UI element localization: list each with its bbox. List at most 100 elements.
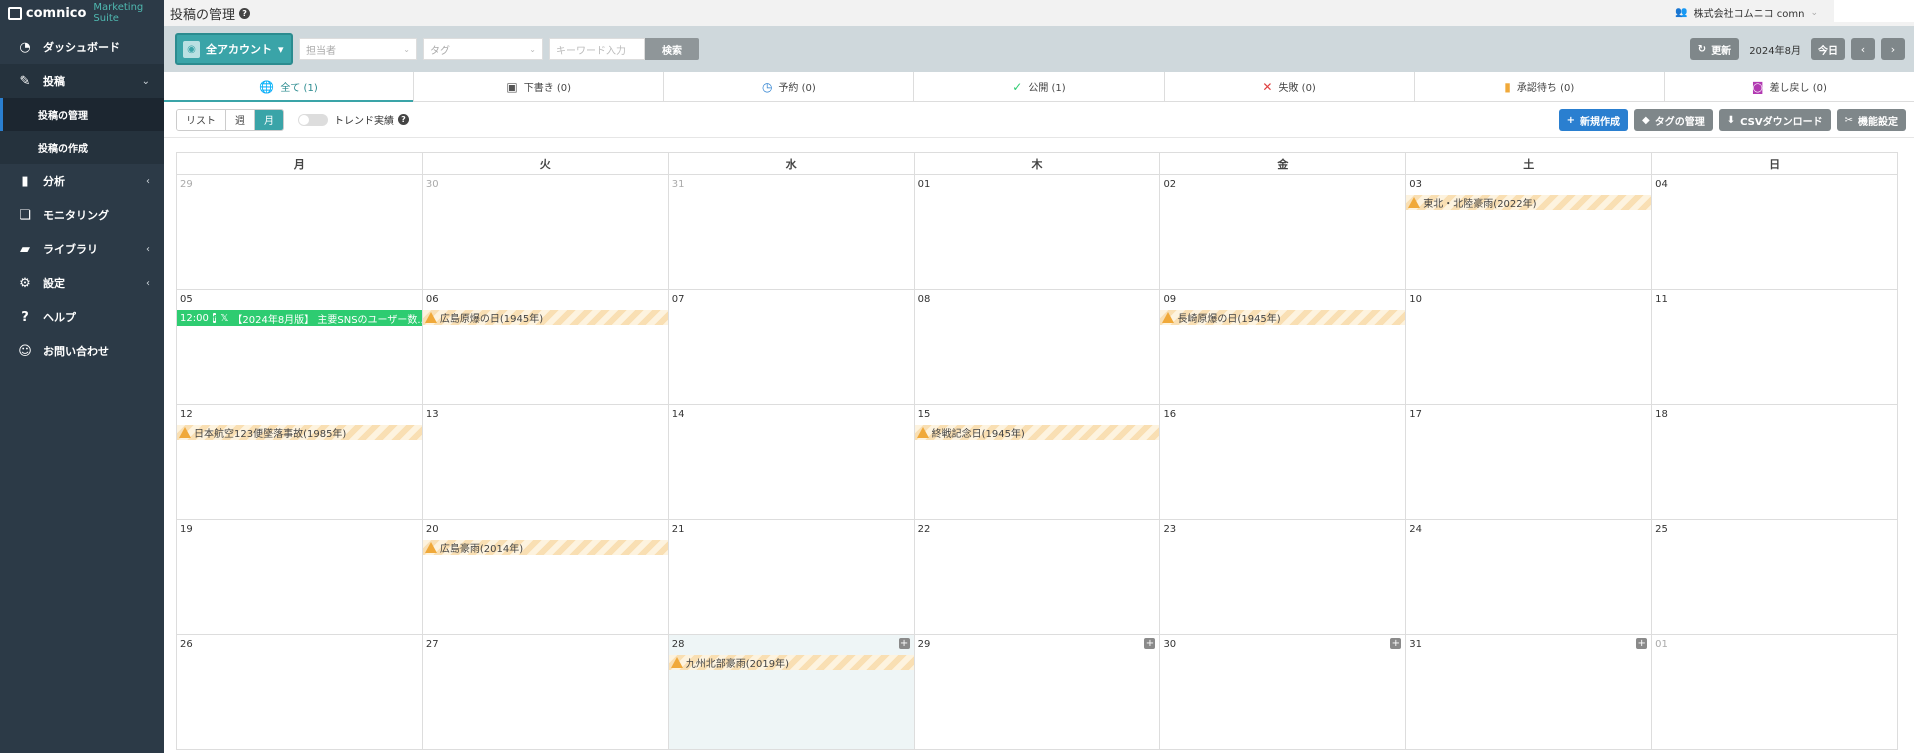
calendar-day[interactable]: 07 bbox=[669, 290, 915, 404]
tab-scheduled[interactable]: ◷ 予約 (0) bbox=[664, 72, 915, 101]
calendar-day[interactable]: 24 bbox=[1406, 520, 1653, 634]
sidebar-item-dashboard[interactable]: ◔ ダッシュボード bbox=[0, 30, 164, 64]
calendar-day[interactable]: 23 bbox=[1160, 520, 1407, 634]
view-list-button[interactable]: リスト bbox=[177, 109, 226, 130]
sidebar-subitem-create-post[interactable]: 投稿の作成 bbox=[0, 131, 164, 164]
prev-month-button[interactable]: ‹ bbox=[1851, 38, 1875, 60]
next-month-button[interactable]: › bbox=[1881, 38, 1905, 60]
anniversary-event[interactable]: 長崎原爆の日(1945年) bbox=[1160, 310, 1406, 325]
chevron-down-icon: ⌄ bbox=[529, 44, 536, 54]
calendar-day[interactable]: 09 長崎原爆の日(1945年) bbox=[1160, 290, 1407, 404]
calendar-day[interactable]: 21 bbox=[669, 520, 915, 634]
company-selector[interactable]: 👥 株式会社コムニコ comn ⌄ bbox=[1675, 5, 1818, 20]
keyword-input[interactable]: キーワード入力 bbox=[549, 38, 645, 60]
refresh-button[interactable]: ↻ 更新 bbox=[1689, 38, 1740, 60]
add-post-button[interactable]: + bbox=[1390, 638, 1402, 649]
calendar-day[interactable]: 04 bbox=[1652, 175, 1897, 289]
calendar-day[interactable]: 12 日本航空123便墜落事故(1985年) bbox=[177, 405, 423, 519]
day-number: 18 bbox=[1655, 409, 1668, 420]
anniversary-event[interactable]: 広島豪雨(2014年) bbox=[422, 540, 668, 555]
sidebar-item-library[interactable]: ▰ ライブラリ ‹ bbox=[0, 232, 164, 266]
today-button[interactable]: 今日 bbox=[1811, 38, 1845, 60]
feature-settings-button[interactable]: ✂ 機能設定 bbox=[1836, 109, 1906, 131]
tab-published[interactable]: ✓ 公開 (1) bbox=[914, 72, 1165, 101]
anniversary-event[interactable]: 九州北部豪雨(2019年) bbox=[668, 655, 914, 670]
calendar-day[interactable]: 03 東北・北陸豪雨(2022年) bbox=[1406, 175, 1653, 289]
sidebar-item-monitoring[interactable]: ❏ モニタリング bbox=[0, 198, 164, 232]
trend-help-icon[interactable]: ? bbox=[398, 114, 409, 125]
calendar-weekday-header: 月火水木金土日 bbox=[177, 153, 1898, 175]
csv-download-button[interactable]: ⬇ CSVダウンロード bbox=[1718, 109, 1831, 131]
calendar-week: 19 20 広島豪雨(2014年) 21 22 23 24 25 bbox=[177, 520, 1897, 635]
view-month-button[interactable]: 月 bbox=[255, 109, 283, 130]
calendar-day[interactable]: 01 bbox=[1652, 635, 1897, 749]
account-selector-button[interactable]: ◉ 全アカウント ▾ bbox=[175, 33, 293, 65]
add-post-button[interactable]: + bbox=[1144, 638, 1156, 649]
chat-bubbles-icon: ❏ bbox=[19, 207, 31, 223]
calendar-day[interactable]: 30 bbox=[423, 175, 669, 289]
tag-select[interactable]: タグ ⌄ bbox=[423, 38, 543, 60]
assignee-select[interactable]: 担当者 ⌄ bbox=[299, 38, 417, 60]
calendar-day[interactable]: 01 bbox=[915, 175, 1161, 289]
add-post-button[interactable]: + bbox=[898, 638, 910, 649]
logo[interactable]: comnico Marketing Suite bbox=[0, 0, 164, 26]
anniversary-event[interactable]: 日本航空123便墜落事故(1985年) bbox=[177, 425, 422, 440]
calendar-day[interactable]: 28 + 九州北部豪雨(2019年) bbox=[668, 635, 915, 749]
calendar-day[interactable]: 25 bbox=[1652, 520, 1897, 634]
calendar-day[interactable]: 19 bbox=[177, 520, 423, 634]
help-icon[interactable]: ? bbox=[239, 7, 251, 19]
sidebar-item-help[interactable]: ? ヘルプ bbox=[0, 300, 164, 334]
calendar-day[interactable]: 13 bbox=[423, 405, 669, 519]
calendar-day[interactable]: 02 bbox=[1160, 175, 1407, 289]
tools-icon: ✂ bbox=[1844, 114, 1853, 126]
tag-management-button[interactable]: ◆ タグの管理 bbox=[1634, 109, 1713, 131]
tab-returned[interactable]: ◙ 差し戻し (0) bbox=[1665, 72, 1914, 101]
calendar-day[interactable]: 20 広島豪雨(2014年) bbox=[422, 520, 669, 634]
anniversary-event[interactable]: 広島原爆の日(1945年) bbox=[422, 310, 668, 325]
calendar-day[interactable]: 29 bbox=[177, 175, 423, 289]
calendar-day[interactable]: 26 bbox=[177, 635, 423, 749]
calendar-day[interactable]: 15 終戦記念日(1945年) bbox=[914, 405, 1161, 519]
sidebar-item-posts[interactable]: ✎ 投稿 ⌄ bbox=[0, 64, 164, 98]
new-post-button[interactable]: + 新規作成 bbox=[1558, 109, 1629, 131]
calendar-day[interactable]: 08 bbox=[915, 290, 1161, 404]
sidebar-item-analytics[interactable]: ▮ 分析 ‹ bbox=[0, 164, 164, 198]
view-week-button[interactable]: 週 bbox=[226, 109, 255, 130]
feature-settings-label: 機能設定 bbox=[1858, 116, 1898, 128]
calendar-day[interactable]: 11 bbox=[1652, 290, 1897, 404]
calendar-day[interactable]: 17 bbox=[1406, 405, 1653, 519]
sidebar-item-settings[interactable]: ⚙ 設定 ‹ bbox=[0, 266, 164, 300]
tab-pending-approval[interactable]: ▮ 承認待ち (0) bbox=[1415, 72, 1665, 101]
sidebar-item-contact[interactable]: ☺ お問い合わせ bbox=[0, 334, 164, 368]
day-number: 16 bbox=[1163, 409, 1177, 420]
trend-toggle[interactable] bbox=[298, 113, 328, 126]
anniversary-event[interactable]: 東北・北陸豪雨(2022年) bbox=[1406, 195, 1652, 210]
tag-icon: ◆ bbox=[1642, 114, 1650, 126]
caret-down-icon: ▾ bbox=[278, 42, 284, 56]
tab-draft[interactable]: ▣ 下書き (0) bbox=[414, 72, 665, 101]
calendar-day[interactable]: 31 + bbox=[1406, 635, 1653, 749]
calendar-day[interactable]: 30 + bbox=[1160, 635, 1407, 749]
calendar-day[interactable]: 18 bbox=[1652, 405, 1897, 519]
anniversary-event[interactable]: 終戦記念日(1945年) bbox=[914, 425, 1160, 440]
tab-all[interactable]: 🌐 全て (1) bbox=[164, 72, 415, 102]
tab-failed[interactable]: ✕ 失敗 (0) bbox=[1165, 72, 1415, 101]
calendar-day[interactable]: 31 bbox=[669, 175, 915, 289]
sidebar-subitem-manage-posts[interactable]: 投稿の管理 bbox=[0, 98, 164, 131]
calendar-day[interactable]: 05 12:00 f 𝕏 【2024年8月版】 主要SNSのユーザー数... bbox=[177, 290, 423, 404]
calendar-day[interactable]: 27 bbox=[423, 635, 669, 749]
user-area[interactable] bbox=[1834, 0, 1914, 22]
calendar-day[interactable]: 06 広島原爆の日(1945年) bbox=[422, 290, 669, 404]
calendar-day[interactable]: 16 bbox=[1160, 405, 1407, 519]
calendar-day[interactable]: 22 bbox=[915, 520, 1161, 634]
calendar-day[interactable]: 29 + bbox=[915, 635, 1161, 749]
search-button[interactable]: 検索 bbox=[645, 38, 699, 60]
add-post-button[interactable]: + bbox=[1636, 638, 1648, 649]
scheduled-post[interactable]: 12:00 f 𝕏 【2024年8月版】 主要SNSのユーザー数... bbox=[177, 310, 422, 326]
day-number: 12 bbox=[180, 409, 193, 420]
trend-label: トレンド実績 bbox=[334, 116, 394, 127]
calendar-day[interactable]: 10 bbox=[1406, 290, 1653, 404]
users-icon: 👥 bbox=[1675, 7, 1688, 18]
refresh-icon: ↻ bbox=[1697, 43, 1707, 55]
calendar-day[interactable]: 14 bbox=[669, 405, 915, 519]
